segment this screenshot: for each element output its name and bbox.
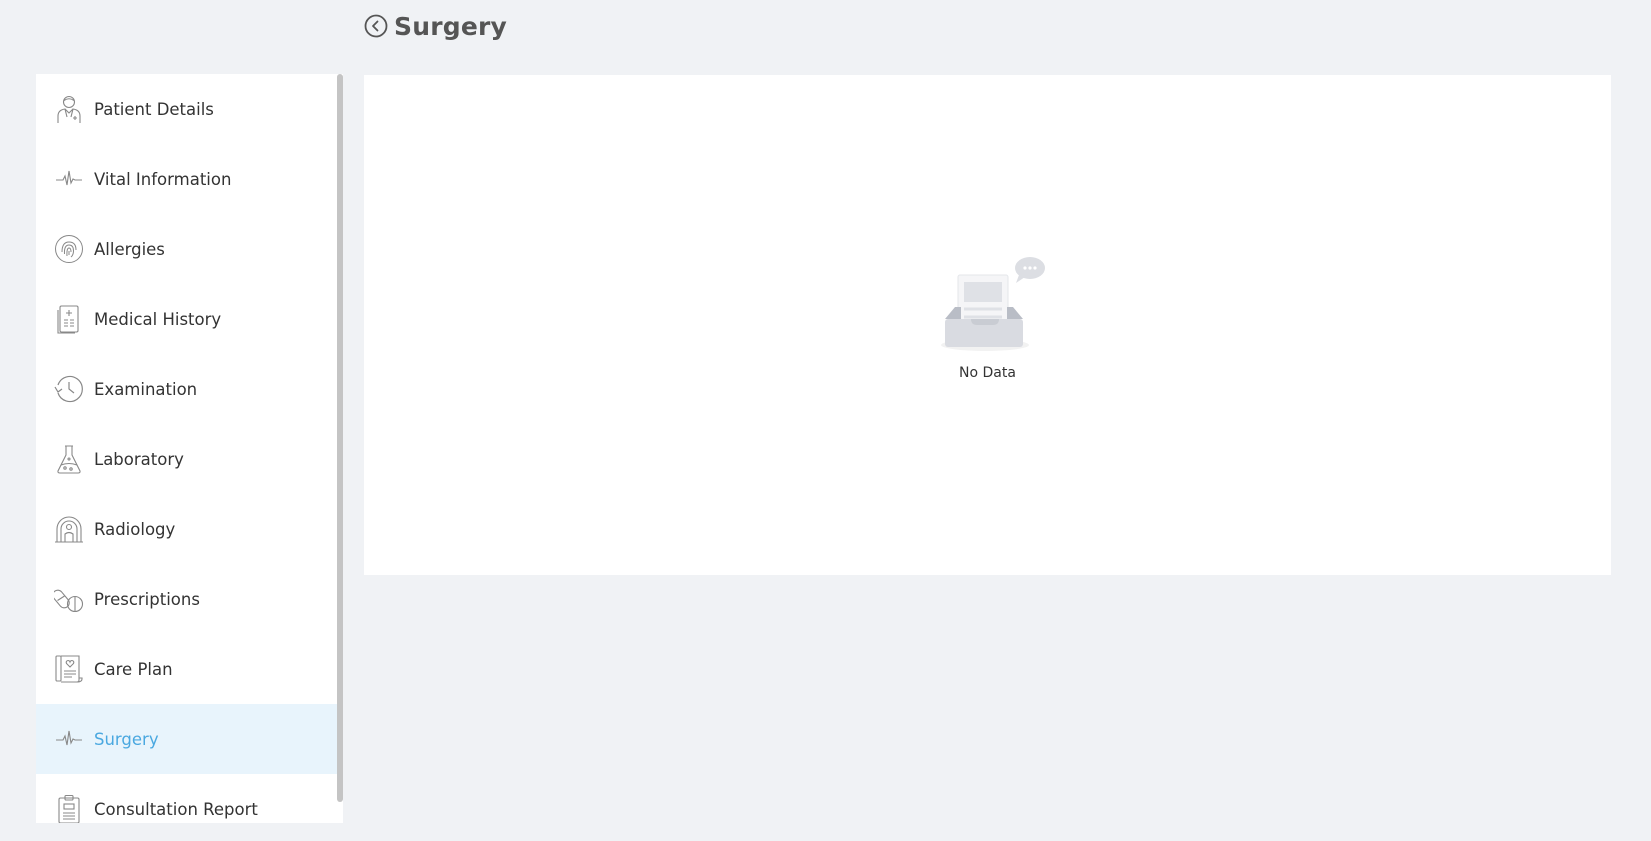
doctor-icon — [54, 94, 84, 124]
sidebar-item-radiology[interactable]: Radiology — [36, 494, 337, 564]
sidebar-item-label: Vital Information — [94, 169, 232, 189]
sidebar: Patient Details Vital Information Allerg… — [36, 74, 343, 823]
surgery-content-panel: No Data — [364, 75, 1611, 575]
empty-state: No Data — [364, 255, 1611, 381]
heartbeat-icon — [54, 724, 84, 754]
sidebar-item-surgery[interactable]: Surgery — [36, 704, 337, 774]
back-circle-icon — [364, 14, 388, 38]
care-plan-icon — [54, 654, 84, 684]
sidebar-item-examination[interactable]: Examination — [36, 354, 337, 424]
heartbeat-icon — [54, 164, 84, 194]
sidebar-item-label: Surgery — [94, 729, 159, 749]
sidebar-item-allergies[interactable]: Allergies — [36, 214, 337, 284]
page-title: Surgery — [394, 11, 508, 41]
empty-state-text: No Data — [959, 365, 1016, 381]
sidebar-item-label: Medical History — [94, 309, 222, 329]
sidebar-item-label: Examination — [94, 379, 198, 399]
history-clock-icon — [54, 374, 84, 404]
page-header: Surgery — [364, 10, 507, 42]
sidebar-item-care-plan[interactable]: Care Plan — [36, 634, 337, 704]
scanner-icon — [54, 514, 84, 544]
medical-record-icon — [54, 304, 84, 334]
pills-icon — [54, 584, 84, 614]
sidebar-scrollbar[interactable] — [337, 74, 343, 802]
sidebar-item-label: Prescriptions — [94, 589, 200, 609]
sidebar-item-label: Patient Details — [94, 99, 214, 119]
sidebar-item-vital-information[interactable]: Vital Information — [36, 144, 337, 214]
sidebar-item-prescriptions[interactable]: Prescriptions — [36, 564, 337, 634]
back-button[interactable] — [364, 14, 388, 38]
sidebar-nav: Patient Details Vital Information Allerg… — [36, 74, 337, 823]
flask-icon — [54, 444, 84, 474]
sidebar-item-label: Radiology — [94, 519, 176, 539]
sidebar-item-laboratory[interactable]: Laboratory — [36, 424, 337, 494]
sidebar-item-patient-details[interactable]: Patient Details — [36, 74, 337, 144]
sidebar-item-label: Allergies — [94, 239, 165, 259]
clipboard-icon — [54, 794, 84, 823]
empty-inbox-icon — [940, 257, 1045, 351]
fingerprint-icon — [54, 234, 84, 264]
page: Surgery Patient Details Vital Informatio… — [0, 0, 1651, 841]
sidebar-item-medical-history[interactable]: Medical History — [36, 284, 337, 354]
sidebar-item-label: Laboratory — [94, 449, 184, 469]
sidebar-item-label: Consultation Report — [94, 799, 258, 819]
sidebar-item-consultation-report[interactable]: Consultation Report — [36, 774, 337, 823]
sidebar-item-label: Care Plan — [94, 659, 173, 679]
